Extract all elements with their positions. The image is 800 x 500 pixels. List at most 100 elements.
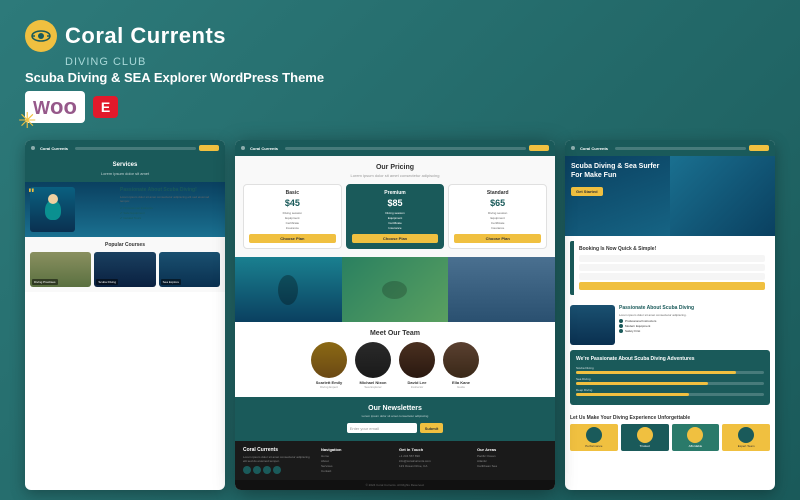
check-dot-3 (619, 329, 623, 333)
passionate-title: Passionate About Scuba Diving! (120, 187, 220, 193)
right-footer: Let Us Make Your Diving Experience Unfor… (565, 410, 775, 456)
booking-field-2[interactable] (579, 264, 765, 271)
right-nav-yellow (749, 145, 769, 151)
left-hero: Services Lorem ipsum dolor sit amet (25, 156, 225, 182)
courses-title: Popular Courses (30, 242, 220, 248)
passionate-heading: We're Passionate About Scuba Diving Adve… (576, 356, 764, 362)
footer-nav-col: Navigation Home About Services Contact (321, 447, 391, 474)
stat-icon-3 (687, 427, 703, 443)
gallery-cell-2 (342, 257, 449, 322)
basic-btn[interactable]: Choose Plan (249, 234, 336, 243)
pricing-standard: Standard $65 Diving session Equipment Ce… (448, 184, 547, 249)
team-photo-4 (443, 342, 479, 378)
progress-bar-fill-3 (576, 393, 689, 396)
elementor-badge: E (93, 96, 118, 118)
courses-section: Popular Courses Diving Practises Scuba D… (25, 237, 225, 292)
diver-figure (45, 200, 61, 220)
right-nav-dot (571, 146, 575, 150)
footer-about-text: Lorem ipsum dolor sit amet consectetur a… (243, 455, 313, 463)
progress-scuba: Scuba Diving (576, 366, 764, 374)
social-twitter[interactable] (253, 466, 261, 474)
brand-name: Coral Currents (65, 23, 226, 49)
newsletter-submit-btn[interactable]: Submit (420, 423, 444, 433)
social-youtube[interactable] (273, 466, 281, 474)
stat-card-3: Affordable (672, 424, 720, 451)
check-dot-1 (619, 319, 623, 323)
mid-gallery (235, 257, 555, 322)
progress-bar-fill-1 (576, 371, 736, 374)
stat-value-4: Expert Team (725, 444, 767, 448)
brand-subtitle: Diving Club (65, 56, 775, 68)
gallery-turtle (342, 257, 449, 322)
pricing-sub: Lorem ipsum dolor sit amet consectetur a… (243, 173, 547, 178)
mid-nav: Coral Currents (235, 140, 555, 156)
stat-value-3: Affordable (675, 444, 717, 448)
course-label-3: Sea Explore (161, 279, 181, 285)
footer-logo: Coral Currents (243, 447, 313, 453)
newsletter-title: Our Newsletters (243, 405, 547, 412)
hero-cta-btn[interactable]: Get Started (571, 187, 603, 196)
stats-row: Performance Trusted Affordable Expert Te… (570, 424, 770, 451)
left-hero-sub: Lorem ipsum dolor sit amet (31, 171, 219, 176)
team-photo-3 (399, 342, 435, 378)
team-member-3: David Lee Instructor (397, 342, 437, 389)
logo-icon (25, 20, 57, 52)
social-facebook[interactable] (243, 466, 251, 474)
main-container: Coral Currents Diving Club Scuba Diving … (0, 0, 800, 500)
quote-mark: " (28, 185, 35, 201)
courses-grid: Diving Practises Scuba Diving Sea Explor… (30, 252, 220, 287)
team-section: Meet Our Team Scarlett Emily Diving Expe… (235, 322, 555, 397)
course-label-1: Diving Practises (32, 279, 58, 285)
brand-row: Coral Currents (25, 20, 775, 52)
team-photo-1 (311, 342, 347, 378)
about-image (570, 305, 615, 345)
header: Coral Currents Diving Club Scuba Diving … (25, 20, 775, 123)
about-text: Lorem ipsum dolor sit amet consectetur a… (619, 313, 770, 317)
nav-dot-mid (241, 146, 245, 150)
pricing-cards: Basic $45 Diving session Equipment Certi… (243, 184, 547, 249)
hero-content: Scuba Diving & Sea Surfer For Make Fun G… (571, 162, 769, 198)
turtle-shape (382, 281, 407, 299)
social-instagram[interactable] (263, 466, 271, 474)
footer-copyright: © 2024 Coral Currents. All Rights Reserv… (235, 480, 555, 490)
footer-areas-col: Our Areas Pacific Ocean Atlantic Caribbe… (477, 447, 547, 474)
progress-deep: Deep Diving (576, 388, 764, 396)
right-passionate: We're Passionate About Scuba Diving Adve… (570, 350, 770, 405)
left-nav-brand: Coral Currents (40, 146, 68, 151)
booking-field-3[interactable] (579, 273, 765, 280)
pricing-title: Our Pricing (243, 164, 547, 171)
footer-contact-col: Get In Touch +1 234 567 890 info@coralcu… (399, 447, 469, 474)
mid-nav-brand: Coral Currents (250, 146, 278, 151)
checklist-item-3: Safety First (619, 329, 770, 333)
mid-pricing: Our Pricing Lorem ipsum dolor sit amet c… (235, 156, 555, 257)
tagline: Scuba Diving & SEA Explorer WordPress Th… (25, 70, 775, 85)
progress-bar-bg-1 (576, 371, 764, 374)
course-card-1: Diving Practises (30, 252, 91, 287)
newsletter-form: Enter your email Submit (243, 423, 547, 433)
gallery-cell-1 (235, 257, 342, 322)
checklist-item-2: Modern Equipment (619, 324, 770, 328)
preview-left: Coral Currents Services Lorem ipsum dolo… (25, 140, 225, 490)
booking-field-1[interactable] (579, 255, 765, 262)
overlay-text: Lorem ipsum dolor sit amet consectetur a… (120, 195, 220, 203)
right-nav-bar (615, 147, 746, 150)
team-grid: Scarlett Emily Diving Expert Michael Nix… (243, 342, 547, 389)
right-nav-brand: Coral Currents (580, 146, 608, 151)
gallery-cell-3 (448, 257, 555, 322)
diver-silhouette (278, 275, 298, 305)
hero-title: Scuba Diving & Sea Surfer For Make Fun (571, 162, 671, 180)
premium-btn[interactable]: Choose Plan (352, 234, 439, 243)
spark-icon: ✳ (18, 108, 36, 134)
right-nav: Coral Currents (565, 140, 775, 156)
feature-list: ✔ Professional Instructor ✔ Safe Equipme… (120, 206, 220, 220)
nav-dot (31, 146, 35, 150)
gallery-diver (235, 257, 342, 322)
progress-bar-bg-2 (576, 382, 764, 385)
standard-btn[interactable]: Choose Plan (454, 234, 541, 243)
stat-icon-1 (586, 427, 602, 443)
right-hero: Scuba Diving & Sea Surfer For Make Fun G… (565, 156, 775, 236)
progress-bar-fill-2 (576, 382, 708, 385)
newsletter-input[interactable]: Enter your email (347, 423, 417, 433)
left-diver-overlay: Passionate About Scuba Diving! Lorem ips… (115, 182, 225, 237)
booking-submit-btn[interactable] (579, 282, 765, 290)
